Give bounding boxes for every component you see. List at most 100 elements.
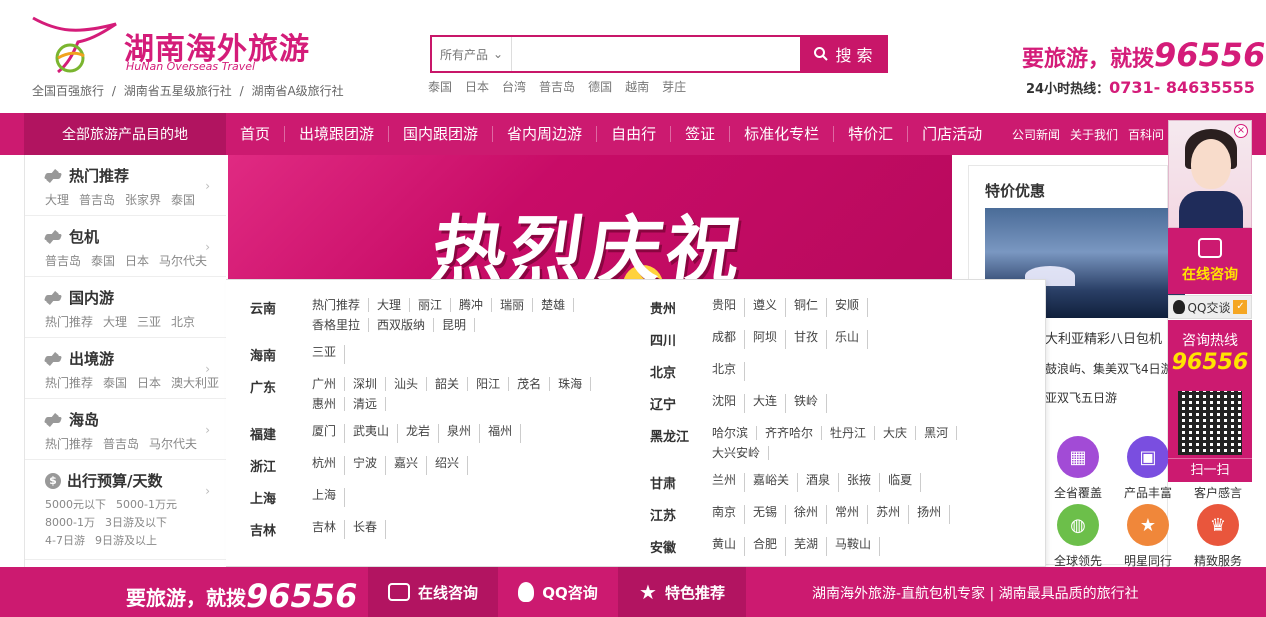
feature-item[interactable]: ◍ 全球领先 bbox=[1043, 504, 1113, 569]
city-link[interactable]: 上海 bbox=[312, 488, 346, 507]
close-icon[interactable]: × bbox=[1234, 124, 1248, 138]
category-link[interactable]: 泰国 bbox=[91, 252, 115, 269]
city-link[interactable]: 沈阳 bbox=[712, 394, 746, 413]
province-name[interactable]: 黑龙江 bbox=[626, 426, 712, 460]
city-link[interactable]: 马鞍山 bbox=[835, 537, 881, 556]
province-name[interactable]: 福建 bbox=[226, 424, 312, 443]
hero-banner[interactable]: 热烈庆祝 bbox=[228, 155, 952, 280]
city-link[interactable]: 大连 bbox=[753, 394, 787, 413]
city-link[interactable]: 黑河 bbox=[924, 426, 958, 440]
hotword-link[interactable]: 越南 bbox=[625, 78, 649, 95]
category-link[interactable]: 普吉岛 bbox=[45, 252, 81, 269]
category-link[interactable]: 热门推荐 bbox=[45, 435, 93, 452]
category-link[interactable]: 马尔代夫 bbox=[159, 252, 207, 269]
search-input[interactable] bbox=[512, 37, 800, 71]
city-link[interactable]: 武夷山 bbox=[353, 424, 399, 443]
category-link[interactable]: 泰国 bbox=[171, 191, 195, 208]
category-outbound[interactable]: 出境游 热门推荐 泰国 日本 澳大利亚 › bbox=[25, 338, 226, 399]
hotword-link[interactable]: 台湾 bbox=[502, 78, 526, 95]
city-link[interactable]: 兰州 bbox=[712, 473, 746, 492]
city-link[interactable]: 宁波 bbox=[353, 456, 387, 475]
city-link[interactable]: 牡丹江 bbox=[830, 426, 876, 440]
city-link[interactable]: 扬州 bbox=[917, 505, 951, 524]
city-link[interactable]: 哈尔滨 bbox=[712, 426, 758, 440]
category-domestic[interactable]: 国内游 热门推荐 大理 三亚 北京 bbox=[25, 277, 226, 338]
city-link[interactable]: 深圳 bbox=[353, 377, 387, 391]
province-name[interactable]: 云南 bbox=[226, 298, 312, 332]
nav-item-visa[interactable]: 签证 bbox=[671, 126, 731, 142]
feature-item[interactable]: ★ 明星同行 bbox=[1113, 504, 1183, 569]
city-link[interactable]: 南京 bbox=[712, 505, 746, 524]
province-name[interactable]: 江苏 bbox=[626, 505, 712, 524]
province-name[interactable]: 广东 bbox=[226, 377, 312, 411]
city-link[interactable]: 腾冲 bbox=[459, 298, 493, 312]
specials-link[interactable]: 大利亚精彩八日包机 bbox=[1045, 328, 1162, 347]
province-name[interactable]: 上海 bbox=[226, 488, 312, 507]
category-link[interactable]: 热门推荐 bbox=[45, 313, 93, 330]
category-link[interactable]: 大理 bbox=[103, 313, 127, 330]
city-link[interactable]: 龙岩 bbox=[406, 424, 440, 443]
city-link[interactable]: 酒泉 bbox=[806, 473, 840, 492]
city-link[interactable]: 福州 bbox=[488, 424, 522, 443]
category-link[interactable]: 3日游及以下 bbox=[105, 514, 167, 530]
hotword-link[interactable]: 泰国 bbox=[428, 78, 452, 95]
city-link[interactable]: 无锡 bbox=[753, 505, 787, 524]
city-link[interactable]: 香格里拉 bbox=[312, 318, 370, 332]
search-button[interactable]: 搜 索 bbox=[800, 37, 886, 71]
city-link[interactable]: 茂名 bbox=[517, 377, 551, 391]
city-link[interactable]: 长春 bbox=[353, 520, 387, 539]
city-link[interactable]: 清远 bbox=[353, 397, 387, 411]
nav-item-about[interactable]: 关于我们 bbox=[1070, 126, 1118, 143]
nav-item-domestic[interactable]: 国内跟团游 bbox=[389, 126, 494, 142]
category-charter[interactable]: 包机 普吉岛 泰国 日本 马尔代夫 › bbox=[25, 216, 226, 277]
city-link[interactable]: 三亚 bbox=[312, 345, 346, 364]
all-products-menu[interactable]: 全部旅游产品目的地 bbox=[24, 113, 226, 155]
province-name[interactable]: 浙江 bbox=[226, 456, 312, 475]
city-link[interactable]: 齐齐哈尔 bbox=[765, 426, 823, 440]
city-link[interactable]: 甘孜 bbox=[794, 330, 828, 349]
category-link[interactable]: 普吉岛 bbox=[103, 435, 139, 452]
city-link[interactable]: 大兴安岭 bbox=[712, 446, 770, 460]
city-link[interactable]: 黄山 bbox=[712, 537, 746, 556]
province-name[interactable]: 吉林 bbox=[226, 520, 312, 539]
province-name[interactable]: 四川 bbox=[626, 330, 712, 349]
city-link[interactable]: 北京 bbox=[712, 362, 746, 381]
qq-chat-button[interactable]: QQ交谈 ✓ bbox=[1168, 295, 1252, 319]
city-link[interactable]: 成都 bbox=[712, 330, 746, 349]
city-link[interactable]: 西双版纳 bbox=[377, 318, 435, 332]
province-name[interactable]: 甘肃 bbox=[626, 473, 712, 492]
city-link[interactable]: 吉林 bbox=[312, 520, 346, 539]
footer-online-chat-button[interactable]: 在线咨询 bbox=[368, 567, 498, 617]
consult-hotline[interactable]: 咨询热线 96556 bbox=[1168, 320, 1252, 386]
city-link[interactable]: 嘉峪关 bbox=[753, 473, 799, 492]
city-link[interactable]: 广州 bbox=[312, 377, 346, 391]
hotword-link[interactable]: 普吉岛 bbox=[539, 78, 575, 95]
nav-item-outbound[interactable]: 出境跟团游 bbox=[285, 126, 390, 142]
city-link[interactable]: 阿坝 bbox=[753, 330, 787, 349]
city-link[interactable]: 泉州 bbox=[447, 424, 481, 443]
nav-item-wiki[interactable]: 百科问 bbox=[1128, 126, 1164, 143]
category-link[interactable]: 大理 bbox=[45, 191, 69, 208]
city-link[interactable]: 大庆 bbox=[883, 426, 917, 440]
city-link[interactable]: 惠州 bbox=[312, 397, 346, 411]
city-link[interactable]: 常州 bbox=[835, 505, 869, 524]
city-link[interactable]: 热门推荐 bbox=[312, 298, 370, 312]
province-name[interactable]: 海南 bbox=[226, 345, 312, 364]
nav-item-specials[interactable]: 特价汇 bbox=[834, 126, 909, 142]
category-link[interactable]: 马尔代夫 bbox=[149, 435, 197, 452]
category-island[interactable]: 海岛 热门推荐 普吉岛 马尔代夫 › bbox=[25, 399, 226, 460]
category-link[interactable]: 张家界 bbox=[125, 191, 161, 208]
city-link[interactable]: 合肥 bbox=[753, 537, 787, 556]
category-link[interactable]: 普吉岛 bbox=[79, 191, 115, 208]
city-link[interactable]: 瑞丽 bbox=[500, 298, 534, 312]
city-link[interactable]: 安顺 bbox=[835, 298, 869, 317]
city-link[interactable]: 韶关 bbox=[435, 377, 469, 391]
feature-item[interactable]: ▦ 全省覆盖 bbox=[1043, 436, 1113, 501]
city-link[interactable]: 遵义 bbox=[753, 298, 787, 317]
city-link[interactable]: 嘉兴 bbox=[394, 456, 428, 475]
city-link[interactable]: 贵阳 bbox=[712, 298, 746, 317]
city-link[interactable]: 杭州 bbox=[312, 456, 346, 475]
category-link[interactable]: 三亚 bbox=[137, 313, 161, 330]
city-link[interactable]: 乐山 bbox=[835, 330, 869, 349]
city-link[interactable]: 绍兴 bbox=[435, 456, 469, 475]
